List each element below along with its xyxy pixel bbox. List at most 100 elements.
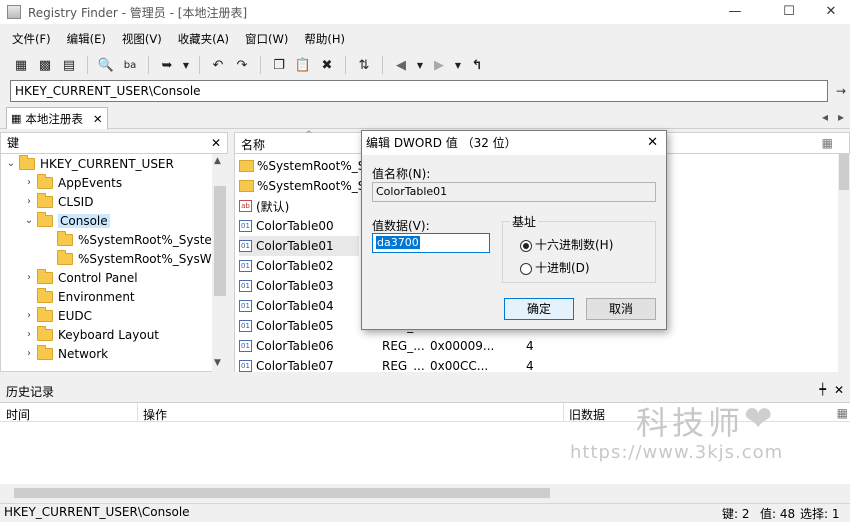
menu-view[interactable]: 视图(V) xyxy=(122,31,162,47)
copy-icon[interactable]: ❐ xyxy=(270,56,288,74)
hex-radio[interactable]: 十六进制数(H) xyxy=(520,236,613,253)
tree-node[interactable]: Environment xyxy=(23,287,135,306)
expand-arrow-icon[interactable]: › xyxy=(23,329,35,340)
tree-node[interactable]: %SystemRoot%_System xyxy=(43,230,224,249)
tree-node-selected[interactable]: ⌄ Console xyxy=(23,211,110,230)
values-scroll-thumb[interactable] xyxy=(839,154,849,190)
status-path: HKEY_CURRENT_USER\Console xyxy=(4,505,190,519)
folder-icon xyxy=(37,287,53,303)
tab-local-registry[interactable]: ▦ 本地注册表 ✕ xyxy=(6,107,108,129)
tab-label: 本地注册表 xyxy=(25,111,83,126)
menu-window[interactable]: 窗口(W) xyxy=(245,31,288,47)
undo-icon[interactable]: ↶ xyxy=(209,56,227,74)
refresh-icon[interactable]: ⇅ xyxy=(355,56,373,74)
menu-file[interactable]: 文件(F) xyxy=(12,31,51,47)
collapse-arrow-icon[interactable]: ⌄ xyxy=(5,158,17,169)
tree-node[interactable]: ⌄ HKEY_CURRENT_USER xyxy=(5,154,174,173)
list-item-selected[interactable]: 01 ColorTable01 xyxy=(239,236,359,256)
decimal-radio[interactable]: 十进制(D) xyxy=(520,259,590,276)
folder-icon xyxy=(57,249,73,265)
registry-remote-icon[interactable]: ▩ xyxy=(36,56,54,74)
radio-checked-icon[interactable] xyxy=(520,239,532,252)
list-item[interactable]: ab (默认) xyxy=(239,196,289,216)
tree-node[interactable]: › EUDC xyxy=(23,306,92,325)
dword-value-icon: 01 xyxy=(239,360,252,372)
folder-icon xyxy=(37,325,53,341)
tree-scrollbar[interactable]: ▲ ▼ xyxy=(212,154,228,372)
tab-close-icon[interactable]: ✕ xyxy=(93,112,103,126)
back-dropdown-icon[interactable]: ▼ xyxy=(416,56,424,74)
history-col-action[interactable]: 操作 xyxy=(143,406,167,423)
ok-button[interactable]: 确定 xyxy=(504,298,574,320)
forward-dropdown-icon[interactable]: ▼ xyxy=(454,56,462,74)
list-item[interactable]: 01 ColorTable03 xyxy=(239,276,334,296)
scroll-down-icon[interactable]: ▼ xyxy=(214,358,221,368)
menu-favorites[interactable]: 收藏夹(A) xyxy=(178,31,229,47)
list-item[interactable]: 01 ColorTable02 xyxy=(239,256,334,276)
new-icon[interactable]: ➥ xyxy=(158,56,176,74)
list-item[interactable]: 01 ColorTable00 xyxy=(239,216,334,236)
value-data-text: da3700 xyxy=(376,236,420,249)
back-icon[interactable]: ◀ xyxy=(392,56,410,74)
keys-pane-close-icon[interactable]: ✕ xyxy=(211,133,221,153)
expand-arrow-icon[interactable]: › xyxy=(23,310,35,321)
find-icon[interactable]: 🔍 xyxy=(97,56,115,74)
tree-node[interactable]: › Control Panel xyxy=(23,268,138,287)
history-col-old[interactable]: 旧数据 xyxy=(569,406,605,423)
column-header-name[interactable]: 名称 xyxy=(241,136,265,153)
radio-unchecked-icon[interactable] xyxy=(520,262,532,275)
toolbar-separator xyxy=(382,56,383,74)
menu-help[interactable]: 帮助(H) xyxy=(304,31,345,47)
up-icon[interactable]: ↰ xyxy=(468,56,486,74)
scroll-up-icon[interactable]: ▲ xyxy=(214,156,221,166)
paste-icon[interactable]: 📋 xyxy=(294,56,312,74)
tree-node[interactable]: › Network xyxy=(23,344,108,363)
menu-edit[interactable]: 编辑(E) xyxy=(67,31,106,47)
column-chooser-icon[interactable]: ▦ xyxy=(822,136,833,150)
history-close-icon[interactable]: ✕ xyxy=(834,383,844,397)
expand-arrow-icon[interactable]: › xyxy=(23,348,35,359)
expand-arrow-icon[interactable]: › xyxy=(23,272,35,283)
expand-arrow-icon[interactable]: › xyxy=(23,196,35,207)
collapse-arrow-icon[interactable]: ⌄ xyxy=(23,215,35,226)
hex-radio-label: 十六进制数(H) xyxy=(535,238,614,252)
registry-file-icon[interactable]: ▤ xyxy=(60,56,78,74)
replace-icon[interactable]: ba xyxy=(121,56,139,74)
tab-scroll-left-icon[interactable]: ◂ xyxy=(822,110,828,124)
tree-scroll-thumb[interactable] xyxy=(214,186,226,296)
close-button[interactable]: ✕ xyxy=(808,0,850,24)
tab-scroll-right-icon[interactable]: ▸ xyxy=(838,110,844,124)
value-name: ColorTable00 xyxy=(256,219,334,233)
tree-node[interactable]: › Keyboard Layout xyxy=(23,325,159,344)
list-item[interactable]: 01 ColorTable06 REG_... 0x00009... 4 xyxy=(239,336,534,356)
value-data-input[interactable]: da3700 xyxy=(372,233,490,253)
maximize-button[interactable]: ☐ xyxy=(766,0,812,24)
tree-node[interactable]: › CLSID xyxy=(23,192,93,211)
minimize-button[interactable]: — xyxy=(712,0,758,24)
expand-arrow-icon[interactable]: › xyxy=(23,177,35,188)
tree-node[interactable]: %SystemRoot%_SysWO xyxy=(43,249,221,268)
go-arrow-icon[interactable]: → xyxy=(834,80,848,102)
list-item[interactable]: %SystemRoot%_Sys xyxy=(239,176,379,196)
toolbar-separator xyxy=(148,56,149,74)
registry-local-icon[interactable]: ▦ xyxy=(12,56,30,74)
list-item[interactable]: 01 ColorTable04 xyxy=(239,296,334,316)
list-item[interactable]: %SystemRoot%_Sys xyxy=(239,156,379,176)
values-scrollbar[interactable] xyxy=(838,154,850,372)
redo-icon[interactable]: ↷ xyxy=(233,56,251,74)
new-dropdown-icon[interactable]: ▼ xyxy=(182,56,190,74)
pin-icon[interactable]: ┿ xyxy=(819,383,826,396)
history-hscroll-thumb[interactable] xyxy=(14,488,550,498)
tree-node-label: Keyboard Layout xyxy=(58,327,160,342)
list-item[interactable]: 01 ColorTable07 REG_... 0x00CC... 4 xyxy=(239,356,534,372)
status-keys: 键: 2 xyxy=(722,507,750,521)
address-input[interactable]: HKEY_CURRENT_USER\Console xyxy=(10,80,828,102)
dialog-close-icon[interactable]: ✕ xyxy=(647,131,658,155)
forward-icon[interactable]: ▶ xyxy=(430,56,448,74)
tree-node[interactable]: › AppEvents xyxy=(23,173,122,192)
history-col-time[interactable]: 时间 xyxy=(6,406,30,423)
column-chooser-icon[interactable]: ▦ xyxy=(837,406,848,420)
folder-icon xyxy=(239,180,254,192)
cancel-button[interactable]: 取消 xyxy=(586,298,656,320)
delete-icon[interactable]: ✖ xyxy=(318,56,336,74)
